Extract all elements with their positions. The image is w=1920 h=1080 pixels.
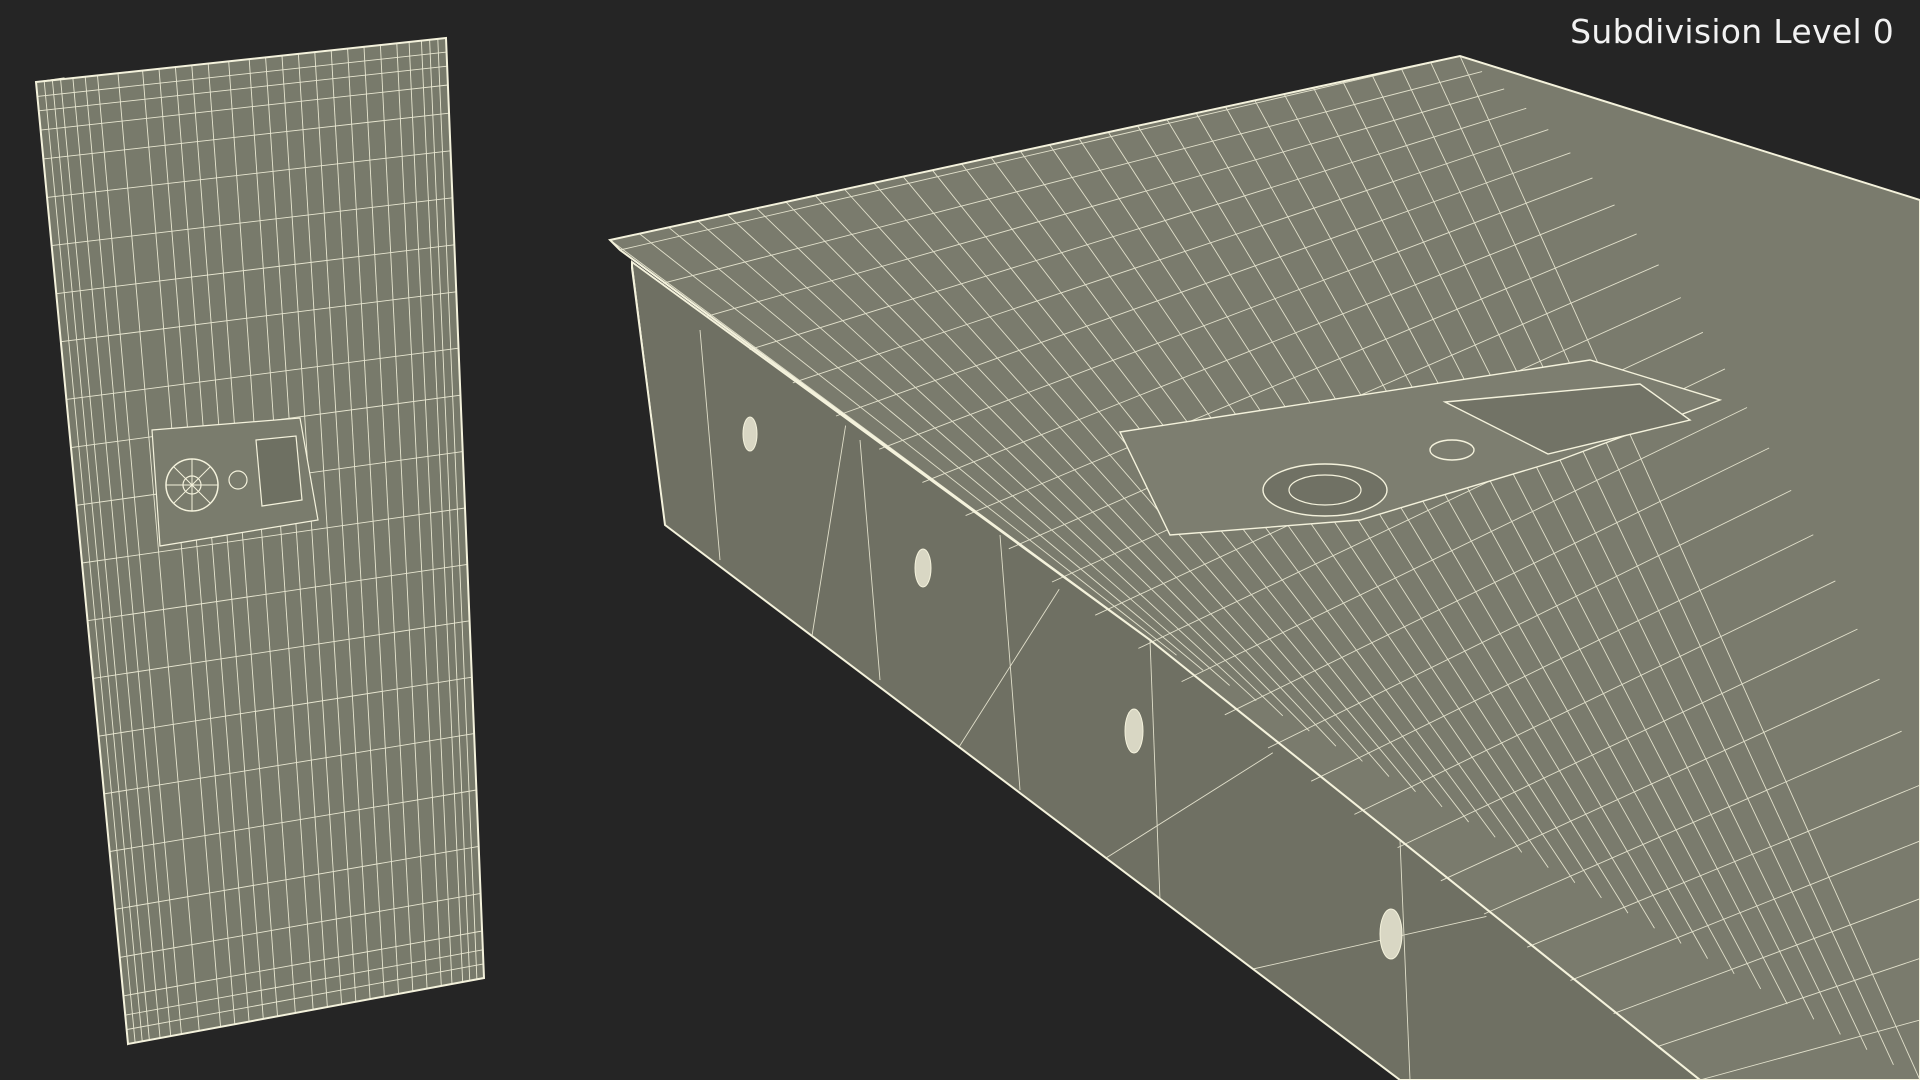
render-viewport: Subdivision Level 0 [0, 0, 1920, 1080]
wireframe-render [34, 36, 1920, 1080]
safe-door-edge-view [607, 54, 1920, 1080]
safe-door-front-view [34, 36, 486, 1046]
subdivision-level-label: Subdivision Level 0 [1570, 12, 1894, 51]
